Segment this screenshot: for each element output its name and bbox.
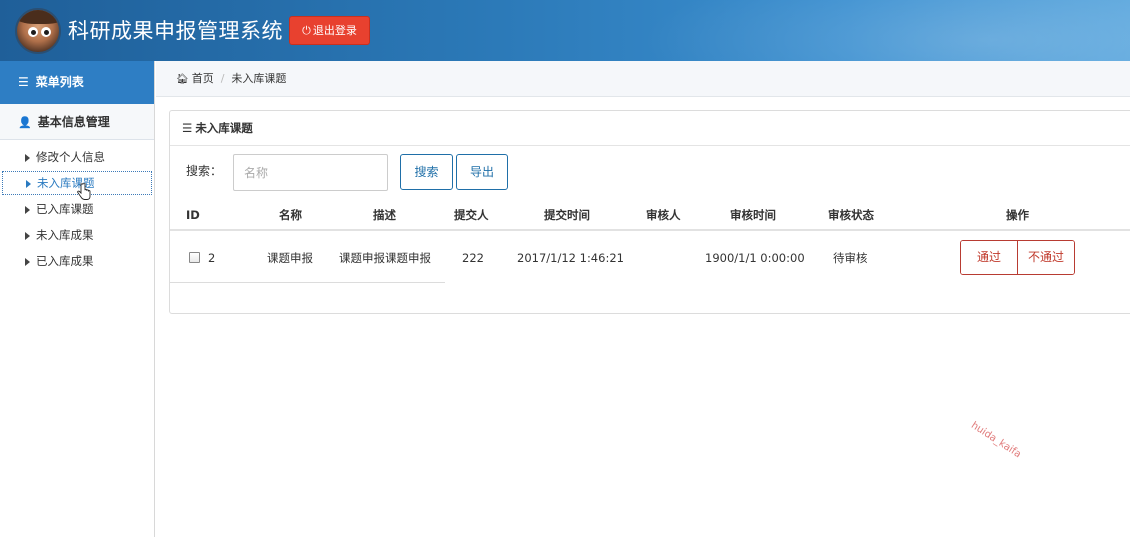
sidebar-item-label: 修改个人信息 <box>36 150 105 164</box>
sidebar-item-edit-profile[interactable]: 修改个人信息 <box>0 144 154 170</box>
menu-header: ☰ 菜单列表 <box>0 61 154 104</box>
avatar <box>15 8 61 54</box>
row-divider <box>170 282 445 283</box>
column-header-id: ID <box>186 208 200 222</box>
home-icon: 🏠︎ <box>176 74 189 85</box>
row-checkbox[interactable] <box>189 252 200 263</box>
cell-name: 课题申报 <box>267 251 313 265</box>
column-header-submitter: 提交人 <box>454 208 489 222</box>
logout-button[interactable]: ⏻ 退出登录 <box>289 16 370 45</box>
header-sheen <box>640 0 1130 61</box>
sidebar-item-label: 已入库成果 <box>36 254 94 268</box>
caret-right-icon <box>25 154 30 162</box>
search-input[interactable] <box>233 154 388 191</box>
sidebar-item-pending-results[interactable]: 未入库成果 <box>0 222 154 248</box>
sidebar-item-stored-results[interactable]: 已入库成果 <box>0 248 154 274</box>
app-title: 科研成果申报管理系统 <box>68 19 283 43</box>
column-header-submit-time: 提交时间 <box>544 208 590 222</box>
breadcrumb-home[interactable]: 首页 <box>192 72 214 85</box>
sidebar-item-label: 未入库成果 <box>36 228 94 242</box>
column-header-reviewer: 审核人 <box>646 208 681 222</box>
group-title: 基本信息管理 <box>37 115 110 129</box>
hand-cursor-icon <box>77 183 91 200</box>
search-label: 搜索： <box>186 164 223 178</box>
power-icon: ⏻ <box>302 24 311 37</box>
search-button[interactable]: 搜索 <box>400 154 453 190</box>
sidebar: ☰ 菜单列表 👤 基本信息管理 修改个人信息 未入库课题 已入库课题 未入库成果 已… <box>0 61 155 537</box>
export-button[interactable]: 导出 <box>456 154 508 190</box>
caret-right-icon <box>25 206 30 214</box>
breadcrumb-current: 未入库课题 <box>231 72 287 85</box>
column-header-actions: 操作 <box>1006 208 1029 222</box>
top-header: 科研成果申报管理系统 ⏻ 退出登录 <box>0 0 1130 61</box>
sidebar-group-basic-info[interactable]: 👤 基本信息管理 <box>0 104 154 140</box>
watermark: huida_kaifa <box>969 420 1023 461</box>
logout-label: 退出登录 <box>312 24 357 37</box>
cell-status: 待审核 <box>833 251 868 265</box>
menu-title: 菜单列表 <box>35 75 84 89</box>
approve-button[interactable]: 通过 <box>961 241 1017 274</box>
caret-right-icon <box>26 180 31 188</box>
table-row: 2 课题申报 课题申报课题申报 222 2017/1/12 1:46:21 19… <box>170 232 1130 284</box>
user-icon: 👤 <box>18 116 32 129</box>
column-header-status: 审核状态 <box>828 208 874 222</box>
cell-submit-time: 2017/1/12 1:46:21 <box>517 251 624 265</box>
caret-right-icon <box>25 258 30 266</box>
reject-button[interactable]: 不通过 <box>1017 241 1074 274</box>
breadcrumb: 🏠︎ 首页 / 未入库课题 <box>156 61 1130 97</box>
column-header-review-time: 审核时间 <box>730 208 776 222</box>
caret-right-icon <box>25 232 30 240</box>
cell-desc: 课题申报课题申报 <box>339 251 431 265</box>
panel-header: ☰ 未入库课题 <box>170 111 1130 146</box>
cell-review-time: 1900/1/1 0:00:00 <box>705 251 805 265</box>
table-header: ID 名称 描述 提交人 提交时间 审核人 审核时间 审核状态 操作 <box>170 200 1130 231</box>
cell-id: 2 <box>208 251 216 265</box>
sidebar-sub-list: 修改个人信息 未入库课题 已入库课题 未入库成果 已入库成果 <box>0 140 154 274</box>
panel-title: 未入库课题 <box>195 121 253 135</box>
row-actions: 通过 不通过 <box>960 240 1075 275</box>
sidebar-item-label: 已入库课题 <box>36 202 94 216</box>
cell-submitter: 222 <box>462 251 484 265</box>
list-icon: ☰ <box>18 75 29 89</box>
column-header-name: 名称 <box>279 208 302 222</box>
content-panel: ☰未入库课题 搜索： 搜索 导出 ID 名称 描述 提交人 提交时间 审核人 审… <box>169 110 1130 314</box>
column-header-desc: 描述 <box>373 208 396 222</box>
breadcrumb-separator: / <box>220 72 225 85</box>
list-icon: ☰ <box>182 121 193 135</box>
